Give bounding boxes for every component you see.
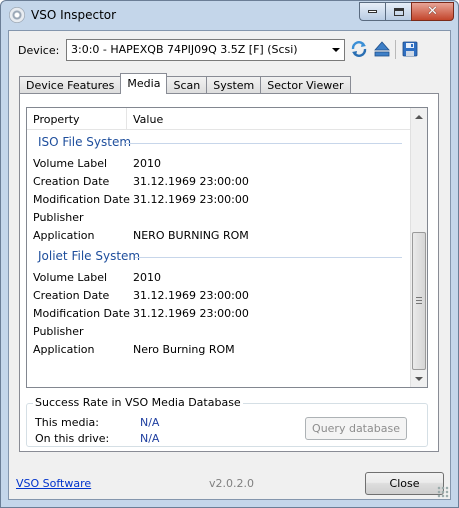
row-value: 2010 [133,157,161,170]
row-value: 31.12.1969 23:00:00 [133,193,249,206]
eject-icon [374,41,390,57]
device-dropdown[interactable]: 3:0:0 - HAPEXQB 74PIJ09Q 3.5Z [F] (Scsi) [66,39,345,61]
scrollbar-thumb[interactable] [412,232,426,370]
this-media-label: This media: [35,416,99,429]
tab-strip: Device Features Media Scan System Sector… [19,73,351,94]
minimize-button[interactable] [359,2,385,21]
version-label: v2.0.2.0 [209,477,254,490]
tab-media[interactable]: Media [120,73,168,94]
main-window: VSO Inspector ✕ Device: 3:0:0 - HAPEXQB … [0,0,459,508]
this-drive-value: N/A [140,432,160,445]
success-rate-title: Success Rate in VSO Media Database [33,396,243,409]
row-property[interactable]: Volume Label [33,157,107,170]
app-disc-icon [9,7,25,23]
maximize-icon [393,7,404,16]
list-body: ISO File System Volume Label 2010 Creati… [27,131,412,387]
toolbar-divider [395,40,396,59]
group-header-iso[interactable]: ISO File System [38,135,131,149]
vso-software-link[interactable]: VSO Software [16,477,91,490]
tab-device-features[interactable]: Device Features [19,76,122,94]
device-selected-value: 3:0:0 - HAPEXQB 74PIJ09Q 3.5Z [F] (Scsi) [71,43,298,56]
column-header-value[interactable]: Value [127,108,412,130]
row-property[interactable]: Creation Date [33,175,109,188]
this-media-value: N/A [140,416,160,429]
column-header-property[interactable]: Property [27,108,127,130]
tab-sector-viewer[interactable]: Sector Viewer [260,76,351,94]
row-property[interactable]: Modification Date [33,193,130,206]
close-window-button[interactable]: ✕ [411,2,454,21]
row-value: 31.12.1969 23:00:00 [133,289,249,302]
list-header: Property Value [27,108,412,130]
window-title: VSO Inspector [31,8,117,22]
row-property[interactable]: Volume Label [33,271,107,284]
group-divider [125,143,402,144]
chevron-down-icon [327,40,344,60]
vertical-scrollbar[interactable] [410,108,427,387]
row-property[interactable]: Modification Date [33,307,130,320]
row-property[interactable]: Publisher [33,325,84,338]
minimize-icon [368,10,377,13]
close-icon: ✕ [427,4,438,19]
row-value: NERO BURNING ROM [133,229,249,242]
query-database-button[interactable]: Query database [305,417,407,440]
row-value: 31.12.1969 23:00:00 [133,307,249,320]
client-area: Device: 3:0:0 - HAPEXQB 74PIJ09Q 3.5Z [F… [8,30,451,500]
row-property[interactable]: Creation Date [33,289,109,302]
scroll-up-arrow-icon[interactable] [411,108,427,125]
close-button[interactable]: Close [365,472,444,495]
row-property[interactable]: Publisher [33,211,84,224]
scroll-down-arrow-icon[interactable] [411,370,427,387]
row-property[interactable]: Application [33,229,94,242]
maximize-button[interactable] [385,2,411,21]
refresh-button[interactable] [350,40,368,58]
media-properties-list[interactable]: Property Value ISO File System Volume La… [26,107,428,388]
refresh-icon [351,41,367,57]
group-header-joliet[interactable]: Joliet File System [38,249,140,263]
row-value: 2010 [133,271,161,284]
group-divider [135,257,402,258]
success-rate-groupbox: Success Rate in VSO Media Database This … [26,396,428,447]
row-value: 31.12.1969 23:00:00 [133,175,249,188]
save-icon [402,41,418,57]
row-value: Nero Burning ROM [133,343,235,356]
tab-system[interactable]: System [206,76,262,94]
device-label: Device: [18,44,60,57]
row-property[interactable]: Application [33,343,94,356]
resize-grip-icon[interactable] [437,486,449,498]
this-drive-label: On this drive: [35,432,110,445]
tab-scan[interactable]: Scan [166,76,208,94]
eject-button[interactable] [373,40,391,58]
media-tab-panel: Property Value ISO File System Volume La… [19,93,439,452]
title-bar[interactable]: VSO Inspector ✕ [1,1,458,29]
grip-icon [416,297,422,304]
window-controls: ✕ [359,2,454,21]
save-button[interactable] [401,40,419,58]
